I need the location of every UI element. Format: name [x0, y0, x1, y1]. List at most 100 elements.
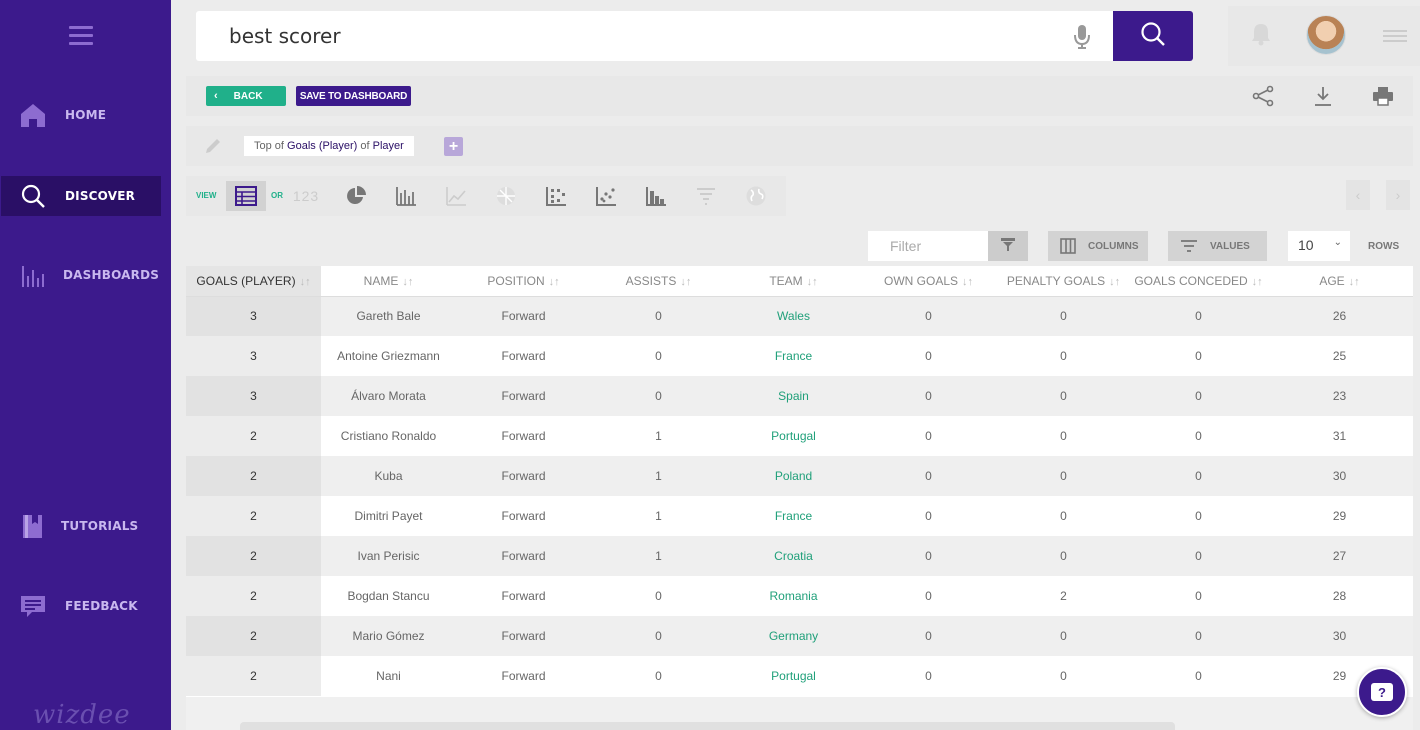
table-row[interactable]: 2 Nani Forward 0 Portugal 0 0 0 29: [186, 656, 1413, 696]
table-cell[interactable]: Germany: [726, 616, 861, 656]
sort-arrows-icon[interactable]: ↓↑: [962, 276, 973, 288]
sidebar-item-feedback[interactable]: FEEDBACK: [0, 586, 171, 626]
query-chip[interactable]: Top of Goals (Player) of Player: [244, 136, 414, 156]
sidebar-item-tutorials[interactable]: TUTORIALS: [0, 506, 171, 546]
table-cell: 2: [186, 456, 321, 496]
bell-icon[interactable]: [1251, 22, 1271, 51]
column-header[interactable]: POSITION ↓↑: [456, 266, 591, 297]
help-button[interactable]: ?: [1357, 667, 1407, 717]
sort-arrows-icon[interactable]: ↓↑: [549, 276, 560, 288]
add-query-button[interactable]: +: [444, 137, 463, 156]
table-cell: Álvaro Morata: [321, 376, 456, 416]
table-cell[interactable]: Wales: [726, 296, 861, 336]
sort-arrows-icon[interactable]: ↓↑: [807, 276, 818, 288]
table-row[interactable]: 3 Antoine Griezmann Forward 0 France 0 0 0 25: [186, 336, 1413, 376]
user-menu-icon[interactable]: [1383, 30, 1407, 45]
column-header[interactable]: GOALS CONCEDED ↓↑: [1131, 266, 1266, 297]
table-cell: 0: [591, 336, 726, 376]
scatter-plot-icon[interactable]: [586, 181, 626, 211]
table-cell: Kuba: [321, 456, 456, 496]
table-cell: 0: [861, 456, 996, 496]
filter-input[interactable]: Filter: [868, 231, 988, 261]
column-header[interactable]: GOALS (PLAYER) ↓↑: [186, 266, 321, 297]
sort-arrows-icon[interactable]: ↓↑: [1252, 276, 1263, 288]
table-row[interactable]: 2 Kuba Forward 1 Poland 0 0 0 30: [186, 456, 1413, 496]
search-button[interactable]: [1113, 11, 1193, 61]
sidebar-item-home[interactable]: HOME: [0, 95, 171, 135]
table-cell[interactable]: Portugal: [726, 416, 861, 456]
table-row[interactable]: 3 Álvaro Morata Forward 0 Spain 0 0 0 23: [186, 376, 1413, 416]
table-row[interactable]: 2 Mario Gómez Forward 0 Germany 0 0 0 30: [186, 616, 1413, 656]
table-cell[interactable]: France: [726, 336, 861, 376]
sort-arrows-icon[interactable]: ↓↑: [300, 276, 311, 288]
table-cell: 0: [591, 656, 726, 696]
sort-arrows-icon[interactable]: ↓↑: [680, 276, 691, 288]
table-row[interactable]: 3 Gareth Bale Forward 0 Wales 0 0 0 26: [186, 296, 1413, 336]
number-view-icon[interactable]: 123: [286, 181, 326, 211]
table-row[interactable]: 2 Bogdan Stancu Forward 0 Romania 0 2 0 28: [186, 576, 1413, 616]
download-icon[interactable]: [1311, 84, 1335, 108]
dot-matrix-icon[interactable]: [536, 181, 576, 211]
save-to-dashboard-button[interactable]: SAVE TO DASHBOARD: [296, 86, 411, 106]
table-view-icon[interactable]: [226, 181, 266, 211]
table-cell: 2: [186, 496, 321, 536]
table-cell: 0: [1131, 416, 1266, 456]
bar-chart-icon[interactable]: [386, 181, 426, 211]
globe-icon[interactable]: [736, 181, 776, 211]
search-input[interactable]: best scorer: [229, 24, 341, 48]
table-cell: 28: [1266, 576, 1413, 616]
table-cell[interactable]: France: [726, 496, 861, 536]
filter-button[interactable]: [988, 231, 1028, 261]
column-header[interactable]: TEAM ↓↑: [726, 266, 861, 297]
table-cell: 30: [1266, 616, 1413, 656]
line-chart-icon[interactable]: [436, 181, 476, 211]
table-cell: 0: [1131, 656, 1266, 696]
table-cell[interactable]: Poland: [726, 456, 861, 496]
sidebar-menu-icon[interactable]: [69, 26, 93, 46]
values-button[interactable]: VALUES: [1168, 231, 1267, 261]
column-header[interactable]: AGE ↓↑: [1266, 266, 1413, 297]
book-icon: [20, 513, 46, 539]
pencil-icon[interactable]: [204, 137, 222, 160]
rows-per-page-select[interactable]: 10 ⌄: [1288, 231, 1350, 261]
funnel-chart-icon[interactable]: [686, 181, 726, 211]
avatar[interactable]: [1306, 15, 1346, 55]
table-cell: 0: [591, 616, 726, 656]
pie-chart-icon[interactable]: [336, 181, 376, 211]
back-button[interactable]: ‹ BACK: [206, 86, 286, 106]
table-cell: 2: [996, 576, 1131, 616]
table-cell: Forward: [456, 456, 591, 496]
table-cell[interactable]: Spain: [726, 376, 861, 416]
table-cell[interactable]: Croatia: [726, 536, 861, 576]
print-icon[interactable]: [1371, 84, 1395, 108]
column-header[interactable]: PENALTY GOALS ↓↑: [996, 266, 1131, 297]
table-row[interactable]: 2 Ivan Perisic Forward 1 Croatia 0 0 0 27: [186, 536, 1413, 576]
next-page-button[interactable]: ›: [1386, 180, 1410, 210]
columns-button[interactable]: COLUMNS: [1048, 231, 1148, 261]
sort-arrows-icon[interactable]: ↓↑: [402, 276, 413, 288]
table-cell: 31: [1266, 416, 1413, 456]
logo: wizdee: [33, 700, 131, 730]
column-header[interactable]: OWN GOALS ↓↑: [861, 266, 996, 297]
table-cell: Ivan Perisic: [321, 536, 456, 576]
radar-chart-icon[interactable]: [486, 181, 526, 211]
table-cell[interactable]: Romania: [726, 576, 861, 616]
sidebar-item-dashboards[interactable]: DASHBOARDS: [0, 255, 171, 295]
table-cell: 0: [1131, 536, 1266, 576]
table-cell[interactable]: Portugal: [726, 656, 861, 696]
sort-arrows-icon[interactable]: ↓↑: [1349, 276, 1360, 288]
table-cell: Forward: [456, 336, 591, 376]
histogram-icon[interactable]: [636, 181, 676, 211]
table-cell: 0: [996, 376, 1131, 416]
table-row[interactable]: 2 Dimitri Payet Forward 1 France 0 0 0 29: [186, 496, 1413, 536]
microphone-icon[interactable]: [1072, 24, 1092, 55]
share-icon[interactable]: [1251, 84, 1275, 108]
table-row[interactable]: 2 Cristiano Ronaldo Forward 1 Portugal 0 0 0 31: [186, 416, 1413, 456]
sidebar-item-discover[interactable]: DISCOVER: [1, 176, 161, 216]
sort-arrows-icon[interactable]: ↓↑: [1109, 276, 1120, 288]
previous-page-button[interactable]: ‹: [1346, 180, 1370, 210]
table-cell: Forward: [456, 576, 591, 616]
toolbar: ‹ BACK SAVE TO DASHBOARD: [186, 76, 1413, 116]
column-header[interactable]: NAME ↓↑: [321, 266, 456, 297]
column-header[interactable]: ASSISTS ↓↑: [591, 266, 726, 297]
